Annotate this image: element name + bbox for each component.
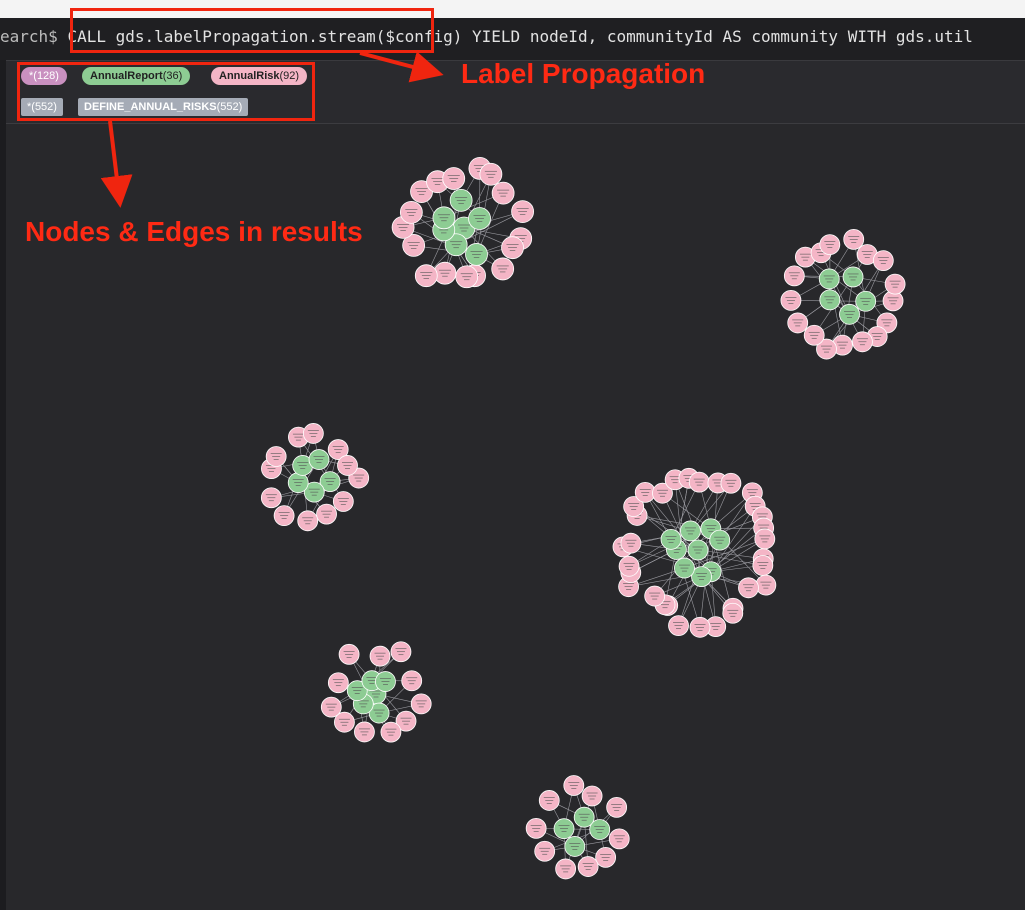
label-propagation-annotation: Label Propagation: [461, 58, 706, 89]
arrow-to-label-propagation: [359, 51, 444, 83]
arrow-to-nodes-edges: [100, 120, 133, 208]
nodes-edges-annotation: Nodes & Edges in results: [25, 216, 363, 247]
annotation-arrows: [100, 51, 444, 208]
